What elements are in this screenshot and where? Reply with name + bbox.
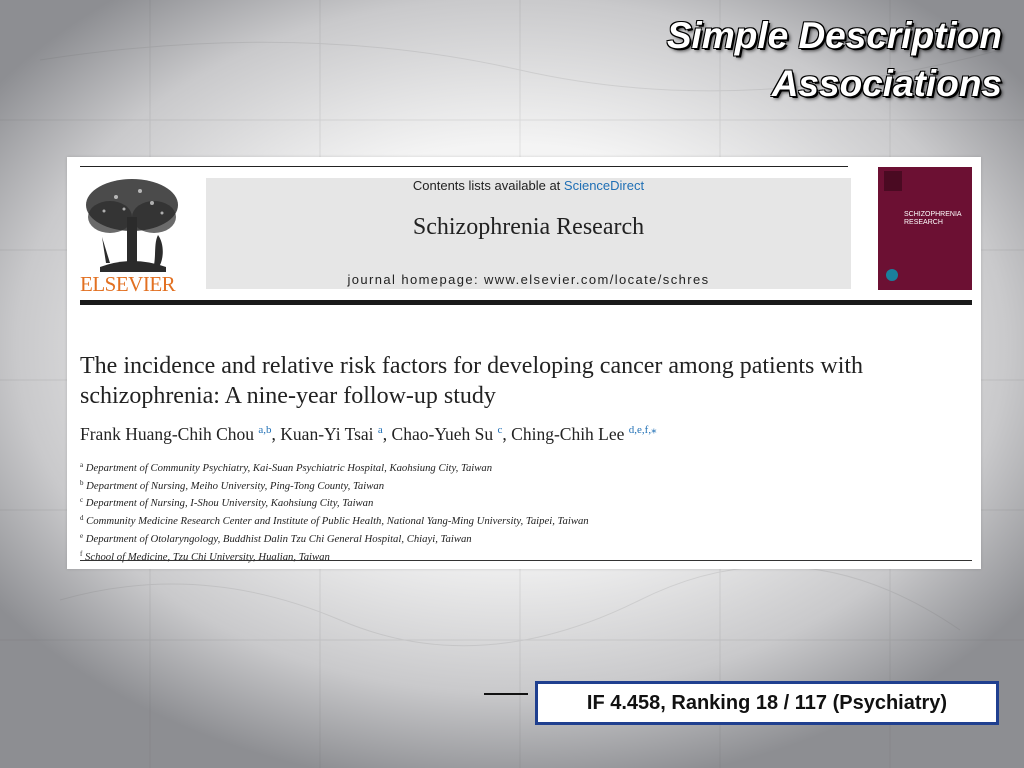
- affiliation-item: c Department of Nursing, I-Shou Universi…: [80, 493, 970, 511]
- slide-title-line-1: Simple Description: [666, 15, 1002, 56]
- author-name[interactable]: Frank Huang-Chih Chou: [80, 424, 258, 444]
- elsevier-logo: ELSEVIER: [80, 177, 185, 297]
- article-bottom-rule: [80, 560, 972, 561]
- author-separator: ,: [502, 424, 512, 444]
- author-separator: ,: [271, 424, 281, 444]
- impact-factor-box: IF 4.458, Ranking 18 / 117 (Psychiatry): [536, 682, 998, 724]
- impact-factor-text: IF 4.458, Ranking 18 / 117 (Psychiatry): [586, 691, 948, 714]
- slide-title-line-2: Associations: [771, 63, 1002, 104]
- journal-banner: Contents lists available at ScienceDirec…: [206, 178, 851, 289]
- affiliation-key: c: [80, 496, 84, 505]
- cover-title-line-2: RESEARCH: [904, 219, 943, 226]
- affiliation-text: Community Medicine Research Center and I…: [86, 515, 589, 528]
- affiliation-text: Department of Nursing, Meiho University,…: [86, 479, 385, 492]
- article-screenshot: ELSEVIER Contents lists available at Sci…: [67, 157, 981, 569]
- author-separator: ,: [382, 424, 392, 444]
- author-name[interactable]: Kuan-Yi Tsai: [280, 424, 378, 444]
- elsevier-wordmark: ELSEVIER: [80, 272, 176, 296]
- slide-title: Simple Description Associations: [302, 12, 1002, 108]
- cover-title-line-1: SCHIZOPHRENIA: [904, 211, 962, 218]
- article-title: The incidence and relative risk factors …: [80, 353, 864, 409]
- affiliation-item: f School of Medicine, Tzu Chi University…: [80, 547, 970, 565]
- author-name[interactable]: Ching-Chih Lee: [511, 424, 629, 444]
- journal-name: Schizophrenia Research: [412, 214, 645, 240]
- affiliation-item: b Department of Nursing, Meiho Universit…: [80, 476, 970, 494]
- contents-prefix: Contents lists available at: [412, 178, 564, 193]
- header-thick-rule: [80, 300, 972, 305]
- cover-logo-icon: [884, 171, 902, 191]
- affiliation-text: Department of Nursing, I-Shou University…: [85, 497, 374, 510]
- elsevier-tree-icon: [86, 179, 178, 272]
- cover-badge-icon: [886, 269, 898, 281]
- affiliation-item: d Community Medicine Research Center and…: [80, 511, 970, 529]
- journal-homepage[interactable]: journal homepage: www.elsevier.com/locat…: [206, 272, 851, 287]
- affiliation-text: Department of Community Psychiatry, Kai-…: [85, 462, 493, 474]
- author-affiliation-marker[interactable]: d,e,f,: [629, 424, 651, 436]
- affiliation-key: a: [80, 461, 84, 469]
- affiliation-key: f: [80, 549, 83, 558]
- sciencedirect-link[interactable]: ScienceDirect: [564, 178, 644, 193]
- cover-title: SCHIZOPHRENIA RESEARCH: [904, 211, 962, 227]
- journal-cover-thumbnail: SCHIZOPHRENIA RESEARCH: [878, 167, 972, 290]
- affiliation-list: a Department of Community Psychiatry, Ka…: [80, 458, 970, 564]
- author-name[interactable]: Chao-Yueh Su: [392, 424, 498, 444]
- callout-connector-line: [484, 693, 528, 695]
- author-list: Frank Huang-Chih Chou a,b, Kuan-Yi Tsai …: [80, 423, 970, 445]
- affiliation-text: Department of Otolaryngology, Buddhist D…: [85, 532, 472, 545]
- affiliation-key: d: [80, 514, 84, 523]
- affiliation-key: e: [80, 531, 84, 540]
- affiliation-item: e Department of Otolaryngology, Buddhist…: [80, 529, 970, 547]
- affiliation-key: b: [80, 478, 84, 487]
- header-top-rule: [80, 166, 848, 167]
- author-affiliation-marker[interactable]: a,b: [258, 424, 271, 436]
- affiliation-item: a Department of Community Psychiatry, Ka…: [80, 458, 970, 476]
- contents-available-line: Contents lists available at ScienceDirec…: [206, 178, 851, 193]
- corresponding-author-icon[interactable]: ⁎: [651, 424, 657, 436]
